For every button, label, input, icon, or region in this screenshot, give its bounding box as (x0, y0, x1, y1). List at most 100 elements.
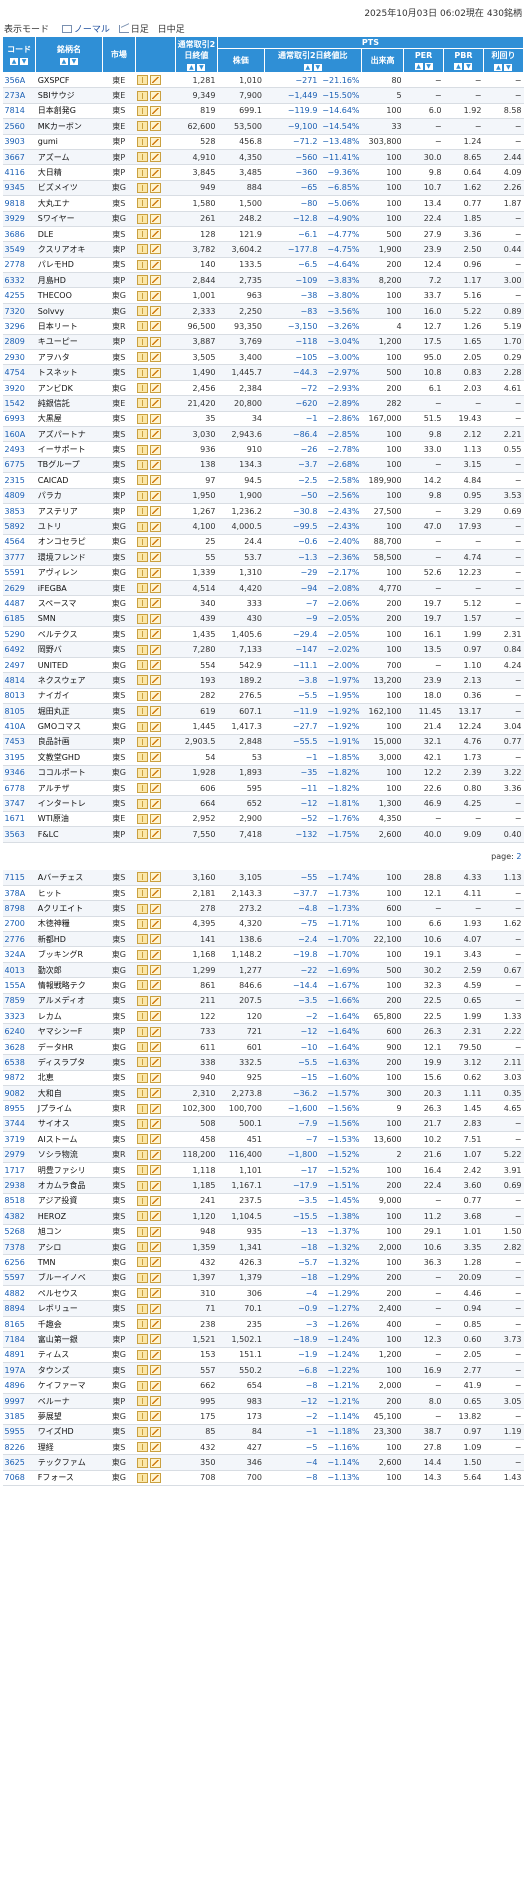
stock-code[interactable]: 3853 (2, 503, 36, 520)
table-row[interactable]: 3719 AIストーム 東S 458 451 −7 −1.53% 13,600 10.2 7.51… (2, 1131, 524, 1148)
stock-name[interactable]: HEROZ (35, 1208, 103, 1225)
book-icon[interactable] (137, 918, 149, 929)
book-icon[interactable] (137, 75, 149, 86)
book-icon[interactable] (137, 1472, 149, 1483)
book-icon[interactable] (137, 1396, 149, 1406)
book-icon[interactable] (137, 767, 149, 778)
col-yield[interactable]: 利回り ▲ ▼ (482, 48, 525, 73)
stock-name[interactable]: F&LC (35, 826, 103, 843)
stock-name[interactable]: 良品計画 (35, 734, 103, 751)
chart-icon[interactable] (150, 995, 162, 1006)
chart-icon[interactable] (150, 552, 162, 563)
stock-code[interactable]: 3903 (2, 134, 36, 150)
table-row[interactable]: 6775 TBグループ 東S 138 134.3 −3.7 −2.68% 100−3.15− (2, 457, 524, 474)
book-icon[interactable] (137, 105, 149, 116)
book-icon[interactable] (137, 1242, 149, 1253)
table-row[interactable]: 5290 ベルテクス 東S 1,435 1,405.6 −29.4 −2.05% 100 16.… (2, 626, 524, 643)
book-icon[interactable] (137, 675, 149, 686)
book-icon[interactable] (137, 321, 149, 332)
book-icon[interactable] (137, 1226, 149, 1237)
stock-code[interactable]: 8518 (2, 1193, 36, 1210)
book-icon[interactable] (137, 783, 149, 794)
stock-code[interactable]: 2930 (2, 349, 36, 366)
table-row[interactable]: 9997 ベルーナ 東P 995 983 −12 −1.21% 200 8.0 0.65 3.05 (2, 1393, 524, 1410)
book-icon[interactable] (137, 583, 149, 594)
table-row[interactable]: 2497 UNITED 東G 554 542.9 −11.1 −2.00% 700−1.10 4… (2, 657, 524, 674)
chart-icon[interactable] (150, 1226, 162, 1237)
chart-icon[interactable] (150, 1165, 162, 1176)
stock-name[interactable]: WTI原油 (35, 811, 103, 828)
chart-icon[interactable] (150, 1118, 162, 1129)
stock-code[interactable]: 3744 (2, 1116, 36, 1133)
chart-icon[interactable] (150, 752, 162, 763)
stock-code[interactable]: 9818 (2, 195, 36, 212)
stock-code[interactable]: 7859 (2, 993, 36, 1010)
book-icon[interactable] (137, 1042, 149, 1053)
table-row[interactable]: 7453 良品計画 東P 2,903.5 2,848 −55.5 −1.91% 15,000 3… (2, 734, 524, 751)
table-row[interactable]: 5268 旭コン 東S 948 935 −13 −1.37% 100 29.1 1.01 1.50 (2, 1224, 524, 1240)
stock-code[interactable]: 6492 (2, 641, 36, 658)
table-row[interactable]: 1671 WTI原油 東E 2,952 2,900 −52 −1.76% 4,350− − − (2, 811, 524, 828)
table-row[interactable]: 5591 アヴィレン 東G 1,339 1,310 −29 −2.17% 100 52.6 12.… (2, 565, 524, 581)
book-icon[interactable] (137, 121, 149, 132)
chart-icon[interactable] (150, 767, 162, 778)
stock-code[interactable]: 4116 (2, 164, 36, 181)
chart-icon[interactable] (150, 229, 162, 240)
chart-icon[interactable] (150, 1272, 162, 1283)
stock-code[interactable]: 2315 (2, 472, 36, 489)
stock-code[interactable]: 160A (2, 426, 36, 443)
chart-icon[interactable] (150, 90, 162, 101)
book-icon[interactable] (137, 1334, 149, 1345)
table-row[interactable]: 3323 レカム 東S 122 120 −2 −1.64% 65,800 22.5 1.99 1.3… (2, 1008, 524, 1025)
table-row[interactable]: 2700 木徳神糧 東S 4,395 4,320 −75 −1.71% 100 6.6 1.93 1… (2, 916, 524, 933)
book-icon[interactable] (137, 413, 149, 424)
mode-daily-button[interactable]: 日足 (118, 22, 149, 35)
chart-icon[interactable] (150, 829, 162, 840)
chart-icon[interactable] (150, 413, 162, 424)
stock-name[interactable]: インタートレ (35, 795, 103, 812)
stock-name[interactable]: SMN (35, 611, 103, 628)
table-row[interactable]: 7859 アルメディオ 東S 211 207.5 −3.5 −1.66% 200 22.5 0.6… (2, 993, 524, 1010)
stock-name[interactable]: 堀田丸正 (35, 703, 103, 720)
chart-icon[interactable] (150, 1088, 162, 1099)
stock-name[interactable]: gumi (35, 134, 103, 150)
table-row[interactable]: 1717 明豊ファシリ 東S 1,118 1,101 −17 −1.52% 100 16.4 2.… (2, 1162, 524, 1179)
col-code[interactable]: コード ▲ ▼ (1, 36, 37, 73)
stock-name[interactable]: 情報戦略テク (35, 977, 103, 994)
stock-code[interactable]: 4382 (2, 1208, 36, 1225)
stock-code[interactable]: 324A (2, 946, 36, 963)
stock-code[interactable]: 8013 (2, 688, 36, 705)
table-row[interactable]: 9346 ココルポート 東G 1,928 1,893 −35 −1.82% 100 12.2 2.… (2, 765, 524, 781)
stock-name[interactable]: テックファム (35, 1454, 103, 1471)
book-icon[interactable] (137, 259, 149, 270)
stock-code[interactable]: 9997 (2, 1393, 36, 1410)
table-row[interactable]: 6332 月島HD 東P 2,844 2,735 −109 −3.83% 8,200 7.2 1.… (2, 272, 524, 289)
book-icon[interactable] (137, 444, 149, 455)
stock-name[interactable]: MKカーボン (35, 118, 103, 135)
stock-name[interactable]: 旭コン (35, 1224, 103, 1240)
table-row[interactable]: 6185 SMN 東S 439 430 −9 −2.05% 200 19.7 1.57− (2, 611, 524, 628)
stock-name[interactable]: ブルーイノベ (35, 1270, 103, 1287)
chart-icon[interactable] (150, 1380, 162, 1391)
chart-icon[interactable] (150, 506, 162, 517)
stock-code[interactable]: 7378 (2, 1239, 36, 1256)
stock-name[interactable]: ココルポート (35, 765, 103, 781)
stock-name[interactable]: ビズメイツ (35, 180, 103, 197)
stock-name[interactable]: ディスラプタ (35, 1054, 103, 1071)
book-icon[interactable] (137, 290, 149, 301)
chart-icon[interactable] (150, 934, 162, 945)
book-icon[interactable] (137, 798, 149, 809)
stock-name[interactable]: アズーム (35, 149, 103, 166)
book-icon[interactable] (137, 1103, 149, 1114)
book-icon[interactable] (137, 229, 149, 240)
stock-name[interactable]: アンビDK (35, 380, 103, 397)
table-row[interactable]: 8894 レボリュー 東S 71 70.1 −0.9 −1.27% 2,400−0.94− (2, 1300, 524, 1317)
chart-icon[interactable] (150, 1396, 162, 1406)
stock-code[interactable]: 6332 (2, 272, 36, 289)
table-row[interactable]: 4809 パラカ 東P 1,950 1,900 −50 −2.56% 100 9.8 0.95 3.… (2, 488, 524, 504)
stock-code[interactable]: 3628 (2, 1039, 36, 1056)
stock-code[interactable]: 6538 (2, 1054, 36, 1071)
chart-icon[interactable] (150, 352, 162, 363)
book-icon[interactable] (137, 136, 149, 147)
stock-name[interactable]: アヲハタ (35, 349, 103, 366)
